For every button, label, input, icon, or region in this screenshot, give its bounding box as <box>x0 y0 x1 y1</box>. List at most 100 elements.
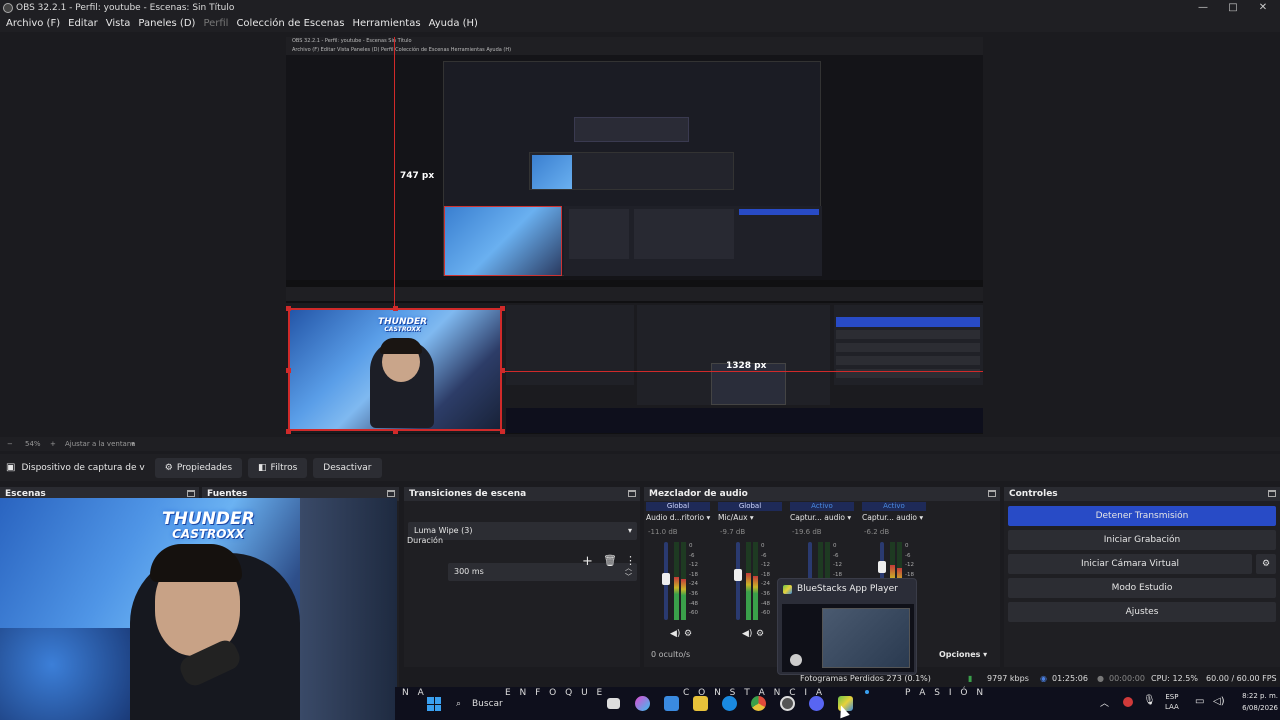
studio-mode-button[interactable]: Modo Estudio <box>1008 578 1276 598</box>
menu-perfil[interactable]: Perfil <box>199 16 232 32</box>
virtual-camera-settings-icon[interactable]: ⚙ <box>1256 554 1276 574</box>
record-icon: ● <box>1097 674 1104 683</box>
mic-icon[interactable]: 🎙 <box>1143 695 1156 706</box>
zoom-out-button[interactable]: − <box>7 437 13 451</box>
deactivate-button[interactable]: Desactivar <box>313 457 382 478</box>
menu-coleccion-escenas[interactable]: Colección de Escenas <box>232 16 348 32</box>
close-button[interactable]: ✕ <box>1248 0 1278 16</box>
transform-handle[interactable] <box>500 306 505 311</box>
transform-handle[interactable] <box>286 306 291 311</box>
menu-editar[interactable]: Editar <box>64 16 102 32</box>
chrome-icon[interactable] <box>751 696 766 711</box>
language-line2: LAA <box>1165 703 1179 711</box>
db-scale-tick: -6 <box>905 552 911 559</box>
mixer-gear-icon[interactable]: ⚙ <box>756 629 764 639</box>
transform-handle[interactable] <box>500 429 505 434</box>
db-scale-tick: 0 <box>761 543 765 549</box>
menu-vista[interactable]: Vista <box>102 16 135 32</box>
properties-button[interactable]: ⚙ Propiedades <box>154 457 243 478</box>
transform-handle[interactable] <box>393 429 398 434</box>
discord-icon[interactable] <box>809 696 824 711</box>
minimize-button[interactable]: — <box>1188 0 1218 16</box>
channel-name: Captur... audio <box>862 513 918 522</box>
settings-button[interactable]: Ajustes <box>1008 602 1276 622</box>
menu-herramientas[interactable]: Herramientas <box>348 16 424 32</box>
db-scale-tick: -12 <box>761 562 770 569</box>
obs-logo-icon <box>3 3 13 13</box>
obs-taskbar-icon[interactable] <box>780 696 795 711</box>
menu-archivo[interactable]: Archivo (F) <box>2 16 64 32</box>
nested-source-toolbar <box>286 287 983 301</box>
thumbnail-button <box>790 654 802 666</box>
menu-paneles[interactable]: Paneles (D) <box>134 16 199 32</box>
speaker-icon[interactable]: ◀) <box>742 629 752 639</box>
db-scale-tick: -6 <box>761 552 767 559</box>
filters-button[interactable]: ◧ Filtros <box>248 457 308 478</box>
db-scale-tick: -12 <box>689 562 698 569</box>
nested-deep-preview <box>443 61 822 276</box>
channel-name-select[interactable]: Captur... audio ▾ <box>862 513 926 522</box>
network-icon[interactable]: ▭ <box>1195 696 1204 707</box>
stream-time: 01:25:06 <box>1052 674 1088 683</box>
maximize-button[interactable]: □ <box>1218 0 1248 16</box>
db-scale-tick: -36 <box>689 590 698 597</box>
chevron-up-icon[interactable]: ︿ <box>1100 696 1109 709</box>
channel-name-select[interactable]: Audio d...ritorio ▾ <box>646 513 710 522</box>
clock[interactable]: 8:22 p. m. 6/08/2026 <box>1230 690 1278 714</box>
clock-date: 6/08/2026 <box>1242 704 1278 712</box>
hidden-count: 0 oculto/s <box>651 650 691 659</box>
file-explorer-icon[interactable] <box>693 696 708 711</box>
edge-icon[interactable] <box>722 696 737 711</box>
stop-stream-button[interactable]: Detener Transmisión <box>1008 506 1276 526</box>
undock-icon[interactable] <box>628 490 636 497</box>
tray-app-icon[interactable] <box>1123 697 1133 707</box>
chevron-down-icon[interactable]: ▾ <box>131 437 135 451</box>
channel-name: Captur... audio <box>790 513 846 522</box>
zoom-in-button[interactable]: + <box>50 437 56 451</box>
preview-canvas[interactable]: OBS 32.2.1 - Perfil: youtube - Escenas S… <box>286 37 983 434</box>
camera-source-selected[interactable]: THUNDER CASTROXX <box>288 308 502 431</box>
start-virtual-camera-button[interactable]: Iniciar Cámara Virtual <box>1008 554 1252 574</box>
volume-slider-handle[interactable] <box>662 573 670 586</box>
volume-icon[interactable]: ◁) <box>1213 696 1225 707</box>
speaker-icon[interactable]: ◀) <box>670 629 680 639</box>
bluestacks-preview-popup[interactable]: BlueStacks App Player <box>777 578 917 675</box>
windows-start-icon[interactable] <box>427 697 441 711</box>
delete-transition-icon[interactable]: 🗑 <box>603 554 617 567</box>
undock-icon[interactable] <box>387 490 395 497</box>
menu-ayuda[interactable]: Ayuda (H) <box>425 16 482 32</box>
volume-slider-handle[interactable] <box>734 569 742 582</box>
language-indicator[interactable]: ESP LAA <box>1165 692 1179 712</box>
db-scale-tick: -18 <box>689 571 698 578</box>
transition-selected-value: Luma Wipe (3) <box>414 526 473 535</box>
start-recording-button[interactable]: Iniciar Grabación <box>1008 530 1276 550</box>
db-scale-tick: -6 <box>689 552 695 559</box>
db-scale-tick: 0 <box>833 543 837 549</box>
mixer-gear-icon[interactable]: ⚙ <box>684 629 692 639</box>
taskbar-search[interactable]: ⌕ Buscar <box>452 695 592 713</box>
mixer-options-button[interactable]: Opciones ▾ <box>939 650 987 659</box>
undock-icon[interactable] <box>988 490 996 497</box>
channel-name-select[interactable]: Captur... audio ▾ <box>790 513 854 522</box>
volume-slider-handle[interactable] <box>878 561 886 574</box>
nested-taskbar <box>506 408 983 433</box>
thumbnail-game <box>822 608 910 668</box>
fit-window-select[interactable]: Ajustar a la ventana <box>65 437 136 451</box>
mixer-options-label: Opciones <box>939 650 981 659</box>
fps: 60.00 / 60.00 FPS <box>1206 674 1277 683</box>
undock-icon[interactable] <box>187 490 195 497</box>
store-icon[interactable] <box>664 696 679 711</box>
webcam-background-wall <box>300 498 397 720</box>
transform-handle[interactable] <box>286 429 291 434</box>
task-view-icon[interactable] <box>607 698 620 709</box>
channel-name-select[interactable]: Mic/Aux ▾ <box>718 513 782 522</box>
undock-icon[interactable] <box>1268 490 1276 497</box>
copilot-icon[interactable] <box>635 696 650 711</box>
db-scale-tick: 0 <box>689 543 693 549</box>
channel-badge: Activo <box>790 502 854 511</box>
spin-down-icon[interactable]: ﹀ <box>625 568 632 586</box>
transform-handle[interactable] <box>286 368 291 373</box>
add-transition-icon[interactable]: + <box>582 554 593 569</box>
db-scale: 0 -6 -12 -18 -24 -36 -48 -60 <box>689 542 709 619</box>
more-options-icon[interactable]: ⋮ <box>625 554 636 567</box>
